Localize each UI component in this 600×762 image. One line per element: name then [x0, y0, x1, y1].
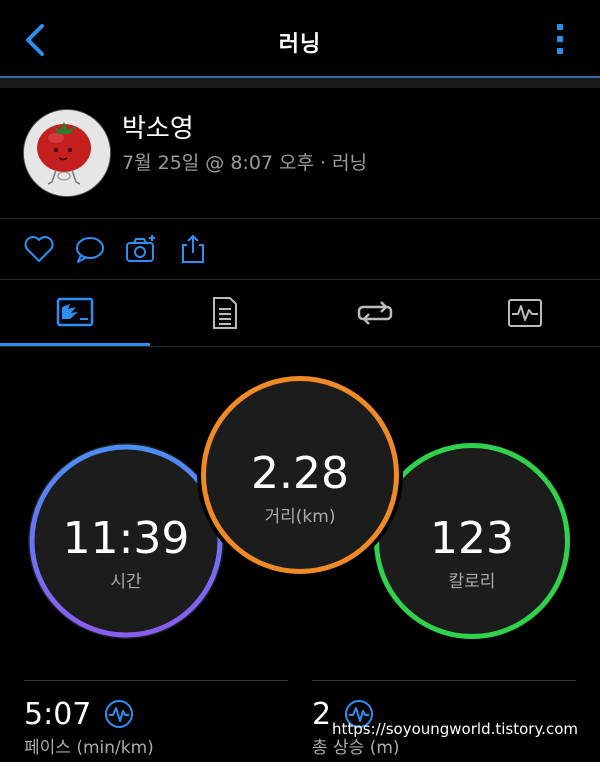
- pace-chart-icon[interactable]: [104, 699, 134, 729]
- athlete-name[interactable]: 박소영: [122, 108, 194, 145]
- laps-repeat-icon: [357, 301, 393, 325]
- time-metric[interactable]: 11:39 시간: [28, 443, 224, 639]
- tomato-avatar-icon: [24, 110, 110, 196]
- kebab-menu-icon[interactable]: [556, 24, 564, 58]
- pace-stat[interactable]: 5:07 페이스 (min/km): [24, 680, 288, 762]
- distance-value: 2.28: [251, 448, 349, 499]
- elevation-value: 2: [312, 697, 332, 732]
- header-separator: [0, 78, 600, 88]
- pace-value: 5:07: [24, 697, 92, 732]
- tab-bar: [0, 280, 600, 347]
- top-bar: 러닝: [0, 0, 600, 78]
- watermark: https://soyoungworld.tistory.com: [331, 720, 578, 738]
- activity-meta: 7월 25일 @ 8:07 오후 · 러닝: [122, 152, 368, 174]
- avatar[interactable]: [23, 109, 111, 197]
- pace-label: 페이스 (min/km): [24, 738, 154, 758]
- tab-overview[interactable]: [0, 280, 150, 346]
- heart-icon[interactable]: [22, 233, 56, 265]
- action-row: [0, 219, 600, 280]
- tab-charts[interactable]: [450, 280, 600, 346]
- activity-header: 박소영 7월 25일 @ 8:07 오후 · 러닝: [0, 88, 600, 219]
- comment-icon[interactable]: [73, 233, 107, 265]
- time-label: 시간: [110, 572, 142, 592]
- tab-details[interactable]: [150, 280, 300, 346]
- distance-metric[interactable]: 2.28 거리(km): [201, 376, 399, 574]
- page-title: 러닝: [278, 32, 322, 57]
- calories-label: 칼로리: [448, 572, 496, 592]
- activity-graph-icon: [508, 299, 542, 327]
- calories-metric[interactable]: 123 칼로리: [374, 443, 570, 639]
- stats-chart-icon: [56, 297, 94, 326]
- time-value: 11:39: [62, 513, 190, 564]
- calories-value: 123: [430, 513, 514, 564]
- distance-label: 거리(km): [264, 507, 336, 527]
- camera-add-icon[interactable]: [124, 233, 158, 265]
- tab-laps[interactable]: [300, 280, 450, 346]
- document-list-icon: [213, 297, 237, 329]
- share-icon[interactable]: [176, 233, 210, 265]
